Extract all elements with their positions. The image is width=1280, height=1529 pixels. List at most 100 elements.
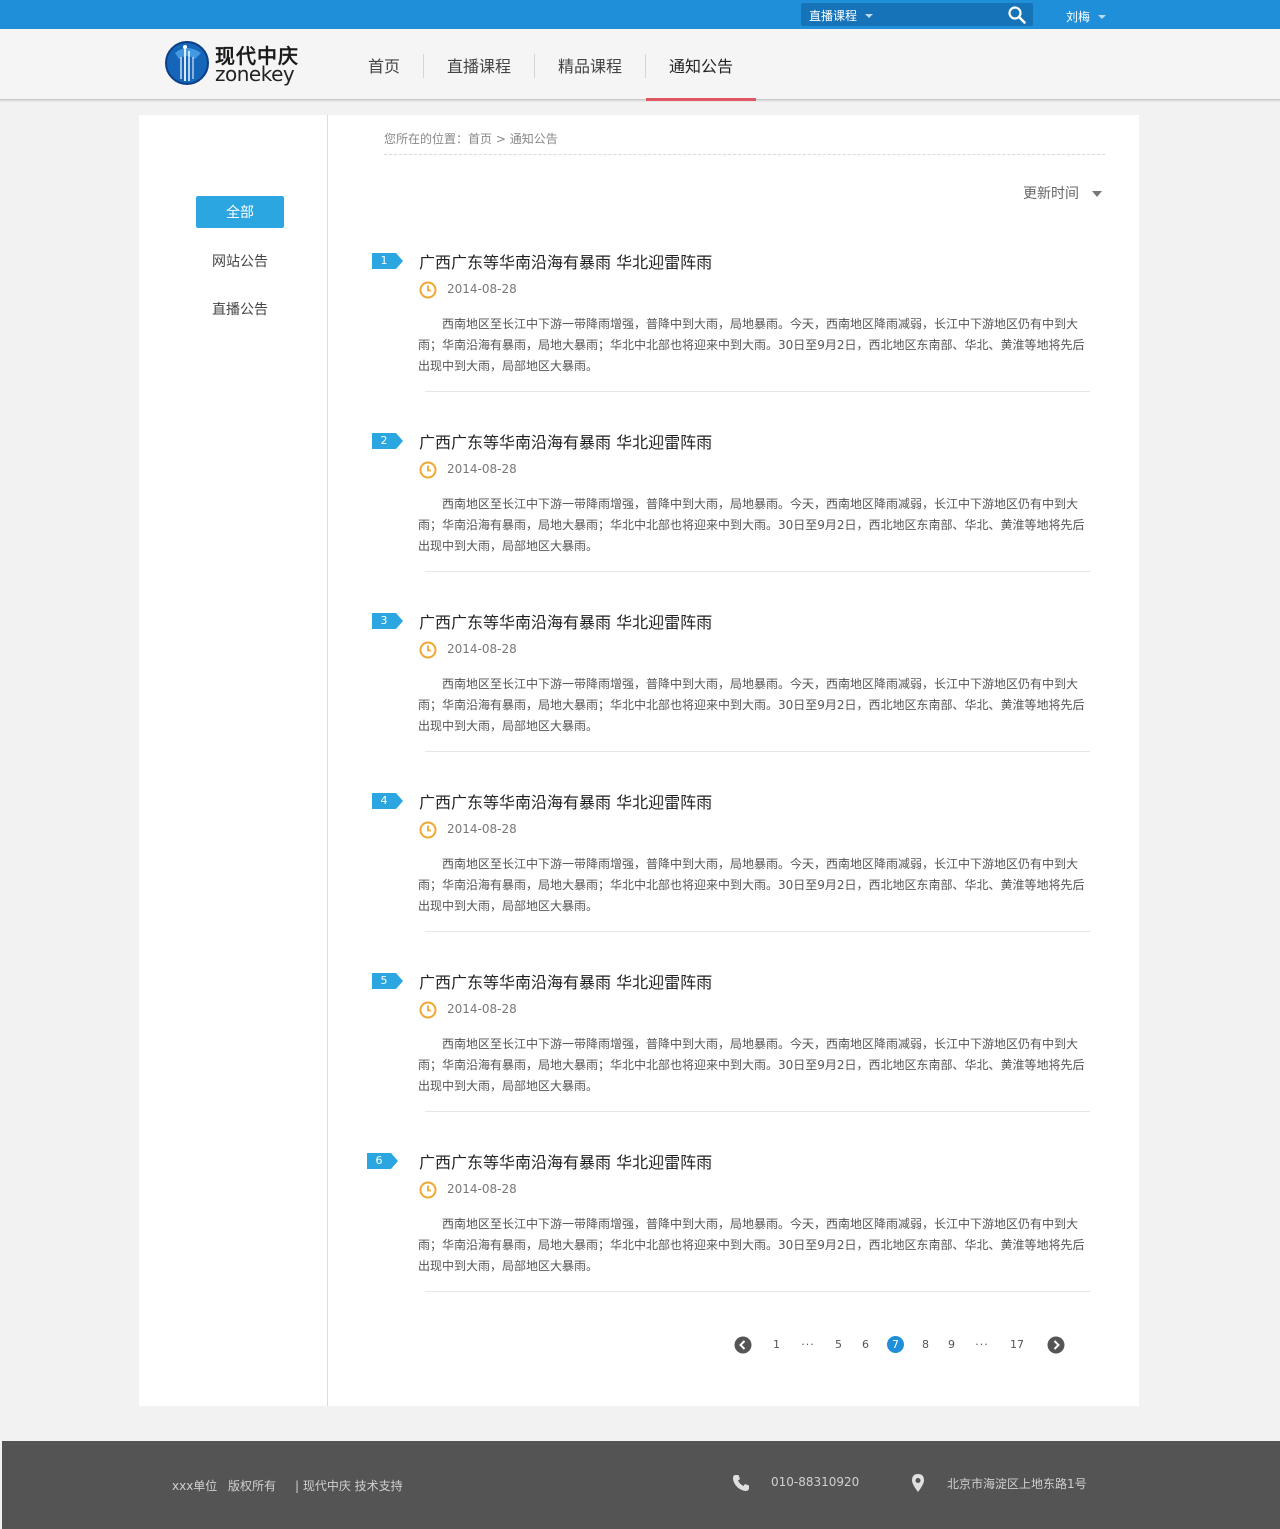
- notice-number: 6: [375, 1154, 383, 1167]
- sidebar-item-label: 全部: [226, 205, 254, 221]
- notice-summary: 西南地区至长江中下游一带降雨增强，普降中到大雨，局地暴雨。今天，西南地区降雨减弱…: [418, 1037, 1085, 1093]
- sort-label: 更新时间: [1023, 186, 1079, 202]
- notice-number-badge: 2: [372, 433, 404, 449]
- sidebar: 全部 网站公告 直播公告: [139, 115, 328, 1406]
- sidebar-item-all[interactable]: 全部: [196, 196, 284, 228]
- logo-mark-icon: [165, 41, 209, 85]
- notice-divider: [425, 1111, 1090, 1112]
- notice-divider: [425, 571, 1090, 572]
- footer-address: 北京市海淀区上地东路1号: [947, 1477, 1087, 1491]
- sidebar-item-label: 网站公告: [212, 254, 268, 270]
- sort-dropdown[interactable]: 更新时间: [1023, 183, 1102, 203]
- notice-number: 3: [380, 614, 388, 627]
- search-icon[interactable]: [1008, 6, 1026, 24]
- notice-number-badge: 3: [372, 613, 404, 629]
- nav-label: 通知公告: [669, 56, 734, 76]
- notice-date: 2014-08-28: [447, 282, 517, 296]
- notice-title[interactable]: 广西广东等华南沿海有暴雨 华北迎雷阵雨: [419, 969, 712, 993]
- nav-item-home[interactable]: 首页: [345, 29, 423, 100]
- notice-number: 1: [380, 254, 388, 267]
- page-link[interactable]: 9: [948, 1336, 955, 1354]
- page-link-current[interactable]: 7: [887, 1336, 904, 1353]
- notice-divider: [425, 751, 1090, 752]
- notice-summary: 西南地区至长江中下游一带降雨增强，普降中到大雨，局地暴雨。今天，西南地区降雨减弱…: [418, 677, 1085, 733]
- notice-number-badge: 5: [372, 973, 404, 989]
- notice-number-badge: 4: [372, 793, 404, 809]
- page-link[interactable]: 8: [922, 1336, 929, 1354]
- location-pin-icon: [912, 1474, 924, 1492]
- notice-number: 2: [380, 434, 388, 447]
- clock-icon: [419, 461, 437, 479]
- user-name: 刘梅: [1066, 10, 1091, 24]
- footer-rights: 版权所有: [228, 1479, 277, 1493]
- clock-icon: [419, 641, 437, 659]
- clock-icon: [419, 1001, 437, 1019]
- page-link[interactable]: 17: [1010, 1336, 1024, 1354]
- clock-icon: [419, 821, 437, 839]
- clock-icon: [419, 281, 437, 299]
- notice-divider: [425, 391, 1090, 392]
- notice-title[interactable]: 广西广东等华南沿海有暴雨 华北迎雷阵雨: [419, 249, 712, 273]
- notice-title[interactable]: 广西广东等华南沿海有暴雨 华北迎雷阵雨: [419, 609, 712, 633]
- sidebar-item-live-notices[interactable]: 直播公告: [196, 293, 284, 325]
- sidebar-item-label: 直播公告: [212, 302, 268, 318]
- notice-divider: [425, 1291, 1090, 1292]
- clock-icon: [419, 1181, 437, 1199]
- notice-summary: 西南地区至长江中下游一带降雨增强，普降中到大雨，局地暴雨。今天，西南地区降雨减弱…: [418, 497, 1085, 553]
- chevron-down-icon: [865, 13, 874, 18]
- user-menu[interactable]: 刘梅: [1066, 8, 1107, 25]
- sidebar-item-site-notices[interactable]: 网站公告: [196, 245, 284, 277]
- search-box[interactable]: 直播课程: [801, 3, 1033, 26]
- nav-item-featured-courses[interactable]: 精品课程: [535, 29, 645, 100]
- chevron-right-icon[interactable]: [1047, 1336, 1065, 1354]
- phone-icon: [733, 1475, 749, 1491]
- page-ellipsis: ···: [975, 1338, 989, 1351]
- notice-divider: [425, 931, 1090, 932]
- notice-summary: 西南地区至长江中下游一带降雨增强，普降中到大雨，局地暴雨。今天，西南地区降雨减弱…: [418, 317, 1085, 373]
- main-panel: 全部 网站公告 直播公告 您所在的位置：首页 > 通知公告 更新时间 1 广西广东…: [139, 115, 1139, 1406]
- notice-title[interactable]: 广西广东等华南沿海有暴雨 华北迎雷阵雨: [419, 789, 712, 813]
- top-bar: 直播课程 刘梅: [0, 0, 1280, 29]
- breadcrumb-home-link[interactable]: 首页: [468, 132, 492, 146]
- notice-number-badge: 6: [367, 1153, 399, 1169]
- nav-label: 直播课程: [447, 56, 512, 76]
- notice-date: 2014-08-28: [447, 462, 517, 476]
- notice-item[interactable]: 1 广西广东等华南沿海有暴雨 华北迎雷阵雨 2014-08-28 西南地区至长江中下游…: [367, 245, 1102, 425]
- notice-title[interactable]: 广西广东等华南沿海有暴雨 华北迎雷阵雨: [419, 1149, 712, 1173]
- notice-number: 5: [380, 974, 388, 987]
- page-link[interactable]: 1: [773, 1336, 780, 1354]
- chevron-down-icon: [1098, 14, 1107, 19]
- nav-item-live-courses[interactable]: 直播课程: [424, 29, 534, 100]
- logo[interactable]: 现代中庆 zonekey: [165, 39, 305, 89]
- notice-item[interactable]: 5 广西广东等华南沿海有暴雨 华北迎雷阵雨 2014-08-28 西南地区至长江中下游…: [367, 965, 1102, 1145]
- chevron-left-icon[interactable]: [734, 1336, 752, 1354]
- notice-item[interactable]: 3 广西广东等华南沿海有暴雨 华北迎雷阵雨 2014-08-28 西南地区至长江中下游…: [367, 605, 1102, 785]
- notice-item[interactable]: 4 广西广东等华南沿海有暴雨 华北迎雷阵雨 2014-08-28 西南地区至长江中下游…: [367, 785, 1102, 965]
- page-ellipsis: ···: [801, 1338, 815, 1351]
- page-link[interactable]: 5: [835, 1336, 842, 1354]
- logo-text-en: zonekey: [215, 62, 295, 86]
- notice-date: 2014-08-28: [447, 642, 517, 656]
- notice-item[interactable]: 6 广西广东等华南沿海有暴雨 华北迎雷阵雨 2014-08-28 西南地区至长江中下游…: [367, 1145, 1102, 1325]
- notice-summary: 西南地区至长江中下游一带降雨增强，普降中到大雨，局地暴雨。今天，西南地区降雨减弱…: [418, 857, 1085, 913]
- notice-summary: 西南地区至长江中下游一带降雨增强，普降中到大雨，局地暴雨。今天，西南地区降雨减弱…: [418, 1217, 1085, 1273]
- notice-date: 2014-08-28: [447, 822, 517, 836]
- notice-title[interactable]: 广西广东等华南沿海有暴雨 华北迎雷阵雨: [419, 429, 712, 453]
- footer-phone: 010-88310920: [771, 1475, 860, 1489]
- notice-item[interactable]: 2 广西广东等华南沿海有暴雨 华北迎雷阵雨 2014-08-28 西南地区至长江中下游…: [367, 425, 1102, 605]
- notice-number-badge: 1: [372, 253, 404, 269]
- notice-date: 2014-08-28: [447, 1002, 517, 1016]
- search-type-label: 直播课程: [809, 9, 858, 23]
- breadcrumb-current: 通知公告: [509, 132, 558, 146]
- nav-label: 首页: [368, 56, 401, 76]
- page-link[interactable]: 6: [862, 1336, 869, 1354]
- footer-unit: xxx单位: [172, 1479, 218, 1493]
- chevron-down-icon: [1092, 191, 1102, 197]
- breadcrumb-prefix: 您所在的位置：: [384, 132, 469, 146]
- nav-item-notices[interactable]: 通知公告: [646, 29, 757, 101]
- main-nav: 首页 直播课程 精品课程 通知公告: [345, 29, 757, 101]
- header: 现代中庆 zonekey 首页 直播课程 精品课程 通知公告: [0, 29, 1280, 101]
- footer-support: | 现代中庆 技术支持: [295, 1479, 403, 1493]
- search-type-dropdown[interactable]: 直播课程: [809, 7, 874, 24]
- notice-number: 4: [380, 794, 388, 807]
